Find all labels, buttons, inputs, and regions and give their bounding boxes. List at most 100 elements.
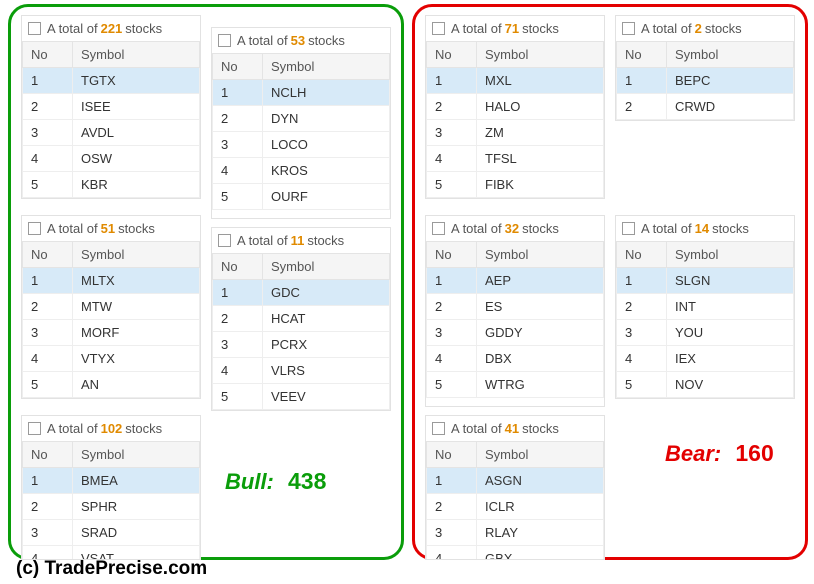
table-row[interactable]: 2HALO xyxy=(427,94,604,120)
table-row[interactable]: 1MLTX xyxy=(23,268,200,294)
col-no[interactable]: No xyxy=(617,42,667,68)
stock-card: A total of 14 stocksNoSymbol1SLGN2INT3YO… xyxy=(615,215,795,399)
table-row[interactable]: 3MORF xyxy=(23,320,200,346)
select-all-checkbox[interactable] xyxy=(218,234,231,247)
table-row[interactable]: 4DBX xyxy=(427,346,604,372)
table-row[interactable]: 3ZM xyxy=(427,120,604,146)
table-row[interactable]: 5WTRG xyxy=(427,372,604,398)
col-symbol[interactable]: Symbol xyxy=(667,42,794,68)
table-row[interactable]: 2INT xyxy=(617,294,794,320)
table-row[interactable]: 3LOCO xyxy=(213,132,390,158)
table-row[interactable]: 2ISEE xyxy=(23,94,200,120)
col-no[interactable]: No xyxy=(427,42,477,68)
cell-symbol: MTW xyxy=(73,294,200,320)
select-all-checkbox[interactable] xyxy=(218,34,231,47)
table-row[interactable]: 3PCRX xyxy=(213,332,390,358)
col-no[interactable]: No xyxy=(213,254,263,280)
select-all-checkbox[interactable] xyxy=(28,422,41,435)
table-row[interactable]: 2CRWD xyxy=(617,94,794,120)
cell-no: 3 xyxy=(213,332,263,358)
table-row[interactable]: 3YOU xyxy=(617,320,794,346)
cell-no: 2 xyxy=(213,106,263,132)
table-row[interactable]: 1ASGN xyxy=(427,468,604,494)
card-header: A total of 53 stocks xyxy=(212,28,390,53)
stock-table: NoSymbol1TGTX2ISEE3AVDL4OSW5KBR xyxy=(22,41,200,198)
col-symbol[interactable]: Symbol xyxy=(73,242,200,268)
select-all-checkbox[interactable] xyxy=(432,222,445,235)
col-symbol[interactable]: Symbol xyxy=(477,242,604,268)
col-symbol[interactable]: Symbol xyxy=(73,442,200,468)
table-row[interactable]: 3SRAD xyxy=(23,520,200,546)
col-no[interactable]: No xyxy=(23,42,73,68)
table-row[interactable]: 5KBR xyxy=(23,172,200,198)
table-row[interactable]: 5FIBK xyxy=(427,172,604,198)
table-row[interactable]: 2SPHR xyxy=(23,494,200,520)
table-row[interactable]: 2ES xyxy=(427,294,604,320)
select-all-checkbox[interactable] xyxy=(622,22,635,35)
col-symbol[interactable]: Symbol xyxy=(263,54,390,80)
table-row[interactable]: 4TFSL xyxy=(427,146,604,172)
bear-total-label: Bear: 160 xyxy=(665,440,774,467)
table-row[interactable]: 4OSW xyxy=(23,146,200,172)
table-row[interactable]: 1NCLH xyxy=(213,80,390,106)
stock-table: NoSymbol1MLTX2MTW3MORF4VTYX5AN xyxy=(22,241,200,398)
cell-no: 1 xyxy=(23,68,73,94)
select-all-checkbox[interactable] xyxy=(622,222,635,235)
col-no[interactable]: No xyxy=(213,54,263,80)
col-no[interactable]: No xyxy=(427,242,477,268)
select-all-checkbox[interactable] xyxy=(432,422,445,435)
col-symbol[interactable]: Symbol xyxy=(263,254,390,280)
table-row[interactable]: 1AEP xyxy=(427,268,604,294)
table-row[interactable]: 1GDC xyxy=(213,280,390,306)
cell-symbol: IEX xyxy=(667,346,794,372)
table-row[interactable]: 3AVDL xyxy=(23,120,200,146)
cell-symbol: BEPC xyxy=(667,68,794,94)
col-symbol[interactable]: Symbol xyxy=(477,42,604,68)
table-row[interactable]: 5AN xyxy=(23,372,200,398)
card-header: A total of 51 stocks xyxy=(22,216,200,241)
table-row[interactable]: 5OURF xyxy=(213,184,390,210)
cell-symbol: SLGN xyxy=(667,268,794,294)
table-row[interactable]: 1MXL xyxy=(427,68,604,94)
card-header: A total of 221 stocks xyxy=(22,16,200,41)
cell-symbol: DBX xyxy=(477,346,604,372)
cell-symbol: ES xyxy=(477,294,604,320)
col-no[interactable]: No xyxy=(427,442,477,468)
table-row[interactable]: 1BMEA xyxy=(23,468,200,494)
col-symbol[interactable]: Symbol xyxy=(73,42,200,68)
table-row[interactable]: 1TGTX xyxy=(23,68,200,94)
col-no[interactable]: No xyxy=(617,242,667,268)
col-no[interactable]: No xyxy=(23,442,73,468)
table-row[interactable]: 4GBX xyxy=(427,546,604,561)
table-row[interactable]: 4KROS xyxy=(213,158,390,184)
cell-no: 2 xyxy=(23,494,73,520)
cell-no: 3 xyxy=(23,520,73,546)
cell-no: 3 xyxy=(427,120,477,146)
table-row[interactable]: 4VLRS xyxy=(213,358,390,384)
select-all-checkbox[interactable] xyxy=(28,222,41,235)
cell-no: 1 xyxy=(427,68,477,94)
table-row[interactable]: 1BEPC xyxy=(617,68,794,94)
table-row[interactable]: 4VTYX xyxy=(23,346,200,372)
table-row[interactable]: 5VEEV xyxy=(213,384,390,410)
table-row[interactable]: 2DYN xyxy=(213,106,390,132)
col-no[interactable]: No xyxy=(23,242,73,268)
cell-symbol: AEP xyxy=(477,268,604,294)
table-row[interactable]: 4IEX xyxy=(617,346,794,372)
table-row[interactable]: 1SLGN xyxy=(617,268,794,294)
table-row[interactable]: 2HCAT xyxy=(213,306,390,332)
card-header: A total of 41 stocks xyxy=(426,416,604,441)
table-row[interactable]: 3GDDY xyxy=(427,320,604,346)
table-row[interactable]: 5NOV xyxy=(617,372,794,398)
cell-symbol: AVDL xyxy=(73,120,200,146)
cell-no: 2 xyxy=(23,294,73,320)
table-row[interactable]: 3RLAY xyxy=(427,520,604,546)
select-all-checkbox[interactable] xyxy=(432,22,445,35)
select-all-checkbox[interactable] xyxy=(28,22,41,35)
col-symbol[interactable]: Symbol xyxy=(477,442,604,468)
col-symbol[interactable]: Symbol xyxy=(667,242,794,268)
table-row[interactable]: 2MTW xyxy=(23,294,200,320)
cell-symbol: OURF xyxy=(263,184,390,210)
table-row[interactable]: 2ICLR xyxy=(427,494,604,520)
cell-no: 2 xyxy=(23,94,73,120)
